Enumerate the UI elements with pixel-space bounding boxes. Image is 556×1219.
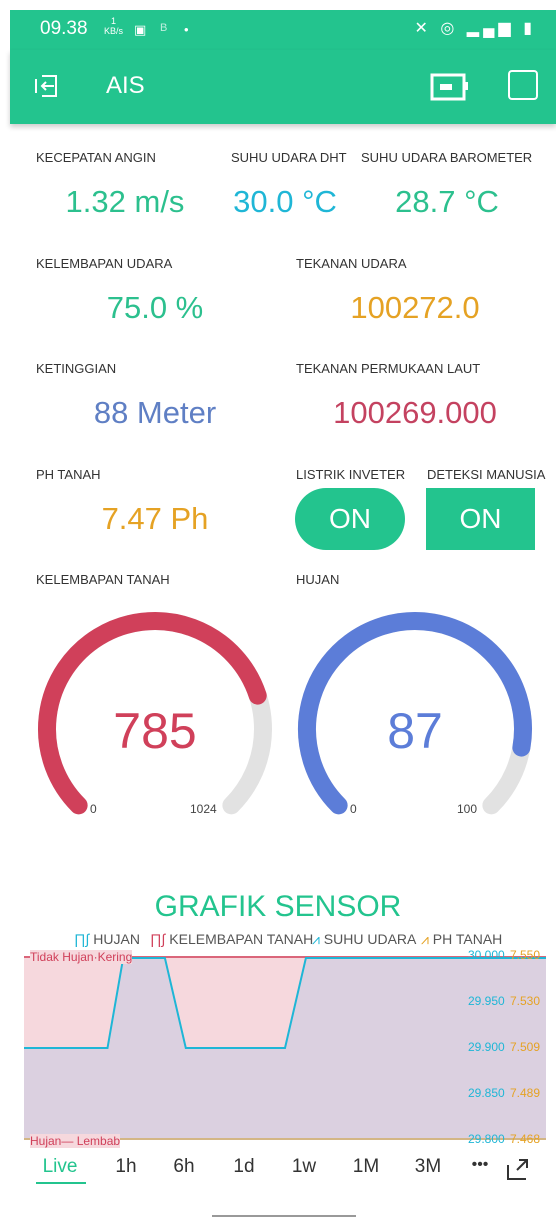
ph-tick: 7.509 <box>510 1040 541 1054</box>
hotspot-icon: ◎ <box>440 20 459 37</box>
left-bottom-label: Hujan— Lembab <box>30 1134 121 1148</box>
left-top-b: Kering <box>97 950 133 964</box>
exit-icon[interactable] <box>32 70 64 102</box>
status-bar: 09.38 1 KB/s ▣ B • ✕ ◎ ▂▄▆ ▮ <box>10 10 556 50</box>
inverter-label: LISTRIK INVETER <box>296 467 406 482</box>
wind-speed-label: KECEPATAN ANGIN <box>36 150 156 165</box>
ph-tick: 7.468 <box>510 1132 541 1146</box>
ph-tick: 7.489 <box>510 1086 541 1100</box>
soil-gauge-min: 0 <box>90 802 97 816</box>
altitude-label: KETINGGIAN <box>36 361 117 376</box>
app-title: AIS <box>106 72 145 99</box>
mute-icon: ✕ <box>414 20 432 37</box>
ph-tick: 7.530 <box>510 994 541 1008</box>
pressure-value: 100272.0 <box>350 290 480 325</box>
tab-1h[interactable]: 1h <box>106 1156 146 1178</box>
sea-pressure-value: 100269.000 <box>333 395 497 430</box>
tab-1d[interactable]: 1d <box>224 1156 264 1178</box>
tab-live[interactable]: Live <box>40 1156 80 1178</box>
human-detect-button[interactable]: ON <box>426 488 535 550</box>
rain-gauge-max: 100 <box>457 802 478 816</box>
legend-ph[interactable]: ⩘ PH TANAH <box>421 931 502 948</box>
left-top-a: Tidak Hujan <box>30 950 94 964</box>
human-detect-label: DETEKSI MANUSIA <box>427 467 546 482</box>
pressure-label: TEKANAN UDARA <box>296 256 407 271</box>
network-speed-value: 1 <box>111 16 117 26</box>
altitude-value: 88 Meter <box>93 395 217 430</box>
suhu-legend-icon: ⩘ <box>312 931 320 947</box>
ph-value: 7.47 Ph <box>101 501 209 536</box>
soil-gauge-value: 785 <box>113 703 197 759</box>
temp-dht-value: 30.0 °C <box>233 184 337 219</box>
tab-3m[interactable]: 3M <box>408 1156 448 1178</box>
wind-speed-value: 1.32 m/s <box>65 184 185 219</box>
ph-legend-icon: ⩘ <box>421 931 429 947</box>
signal-icon: ▂▄▆ <box>466 20 515 37</box>
tab-1w[interactable]: 1w <box>284 1156 324 1178</box>
legend-hujan[interactable]: ∏∫ HUJAN <box>74 931 140 947</box>
dot-icon: • <box>184 22 189 37</box>
app-bar: AIS <box>10 50 556 124</box>
tab-1m[interactable]: 1M <box>346 1156 386 1178</box>
ph-tick: 7.550 <box>510 948 541 962</box>
more-menu[interactable]: ••• <box>460 1156 500 1174</box>
expand-icon[interactable] <box>505 1157 529 1181</box>
hujan-legend-icon: ∏∫ <box>74 931 90 947</box>
status-extra: B <box>160 22 168 34</box>
legend-suhu-label: SUHU UDARA <box>323 931 417 947</box>
legend-kelembapan-label: KELEMBAPAN TANAH <box>169 931 314 947</box>
sea-pressure-label: TEKANAN PERMUKAAN LAUT <box>296 361 481 376</box>
device-icon[interactable] <box>430 72 470 102</box>
temp-tick: 29.900 <box>468 1040 505 1054</box>
legend-kelembapan[interactable]: ∏∫ KELEMBAPAN TANAH <box>150 931 313 947</box>
temp-dht-label: SUHU UDARA DHT <box>231 150 347 165</box>
image-icon: ▣ <box>134 22 147 37</box>
battery-icon: ▮ <box>523 20 536 37</box>
tab-6h[interactable]: 6h <box>164 1156 204 1178</box>
soil-gauge-label: KELEMBAPAN TANAH <box>36 572 170 587</box>
network-speed: 1 KB/s <box>104 16 123 36</box>
chart-title: GRAFIK SENSOR <box>154 890 402 923</box>
ph-label: PH TANAH <box>36 467 101 482</box>
kelembapan-legend-icon: ∏∫ <box>150 931 166 947</box>
inverter-button[interactable]: ON <box>295 488 405 550</box>
temp-tick: 29.950 <box>468 994 505 1008</box>
temp-tick: 29.800 <box>468 1132 505 1146</box>
humidity-label: KELEMBAPAN UDARA <box>36 256 173 271</box>
legend-ph-label: PH TANAH <box>432 931 503 947</box>
humidity-value: 75.0 % <box>106 290 204 325</box>
temp-baro-label: SUHU UDARA BAROMETER <box>361 150 533 165</box>
temp-tick: 29.850 <box>468 1086 505 1100</box>
rain-gauge-min: 0 <box>350 802 357 816</box>
network-speed-unit: KB/s <box>104 26 124 36</box>
rain-gauge-label: HUJAN <box>296 572 340 587</box>
temp-tick: 30.000 <box>468 948 505 962</box>
home-indicator <box>212 1215 356 1217</box>
tab-live-indicator <box>36 1182 86 1184</box>
legend-suhu[interactable]: ⩘ SUHU UDARA <box>312 931 416 948</box>
status-time: 09.38 <box>40 18 88 39</box>
legend-hujan-label: HUJAN <box>93 931 140 947</box>
soil-gauge-max: 1024 <box>190 802 217 816</box>
left-bottom-b: Lembab <box>76 1134 121 1148</box>
system-icons: ✕ ◎ ▂▄▆ ▮ <box>415 18 537 38</box>
square-button[interactable] <box>508 70 538 100</box>
left-bottom-a: Hujan <box>30 1134 62 1148</box>
rain-gauge-value: 87 <box>387 703 443 759</box>
temp-baro-value: 28.7 °C <box>395 184 499 219</box>
left-top-label: Tidak Hujan·Kering <box>30 950 133 964</box>
